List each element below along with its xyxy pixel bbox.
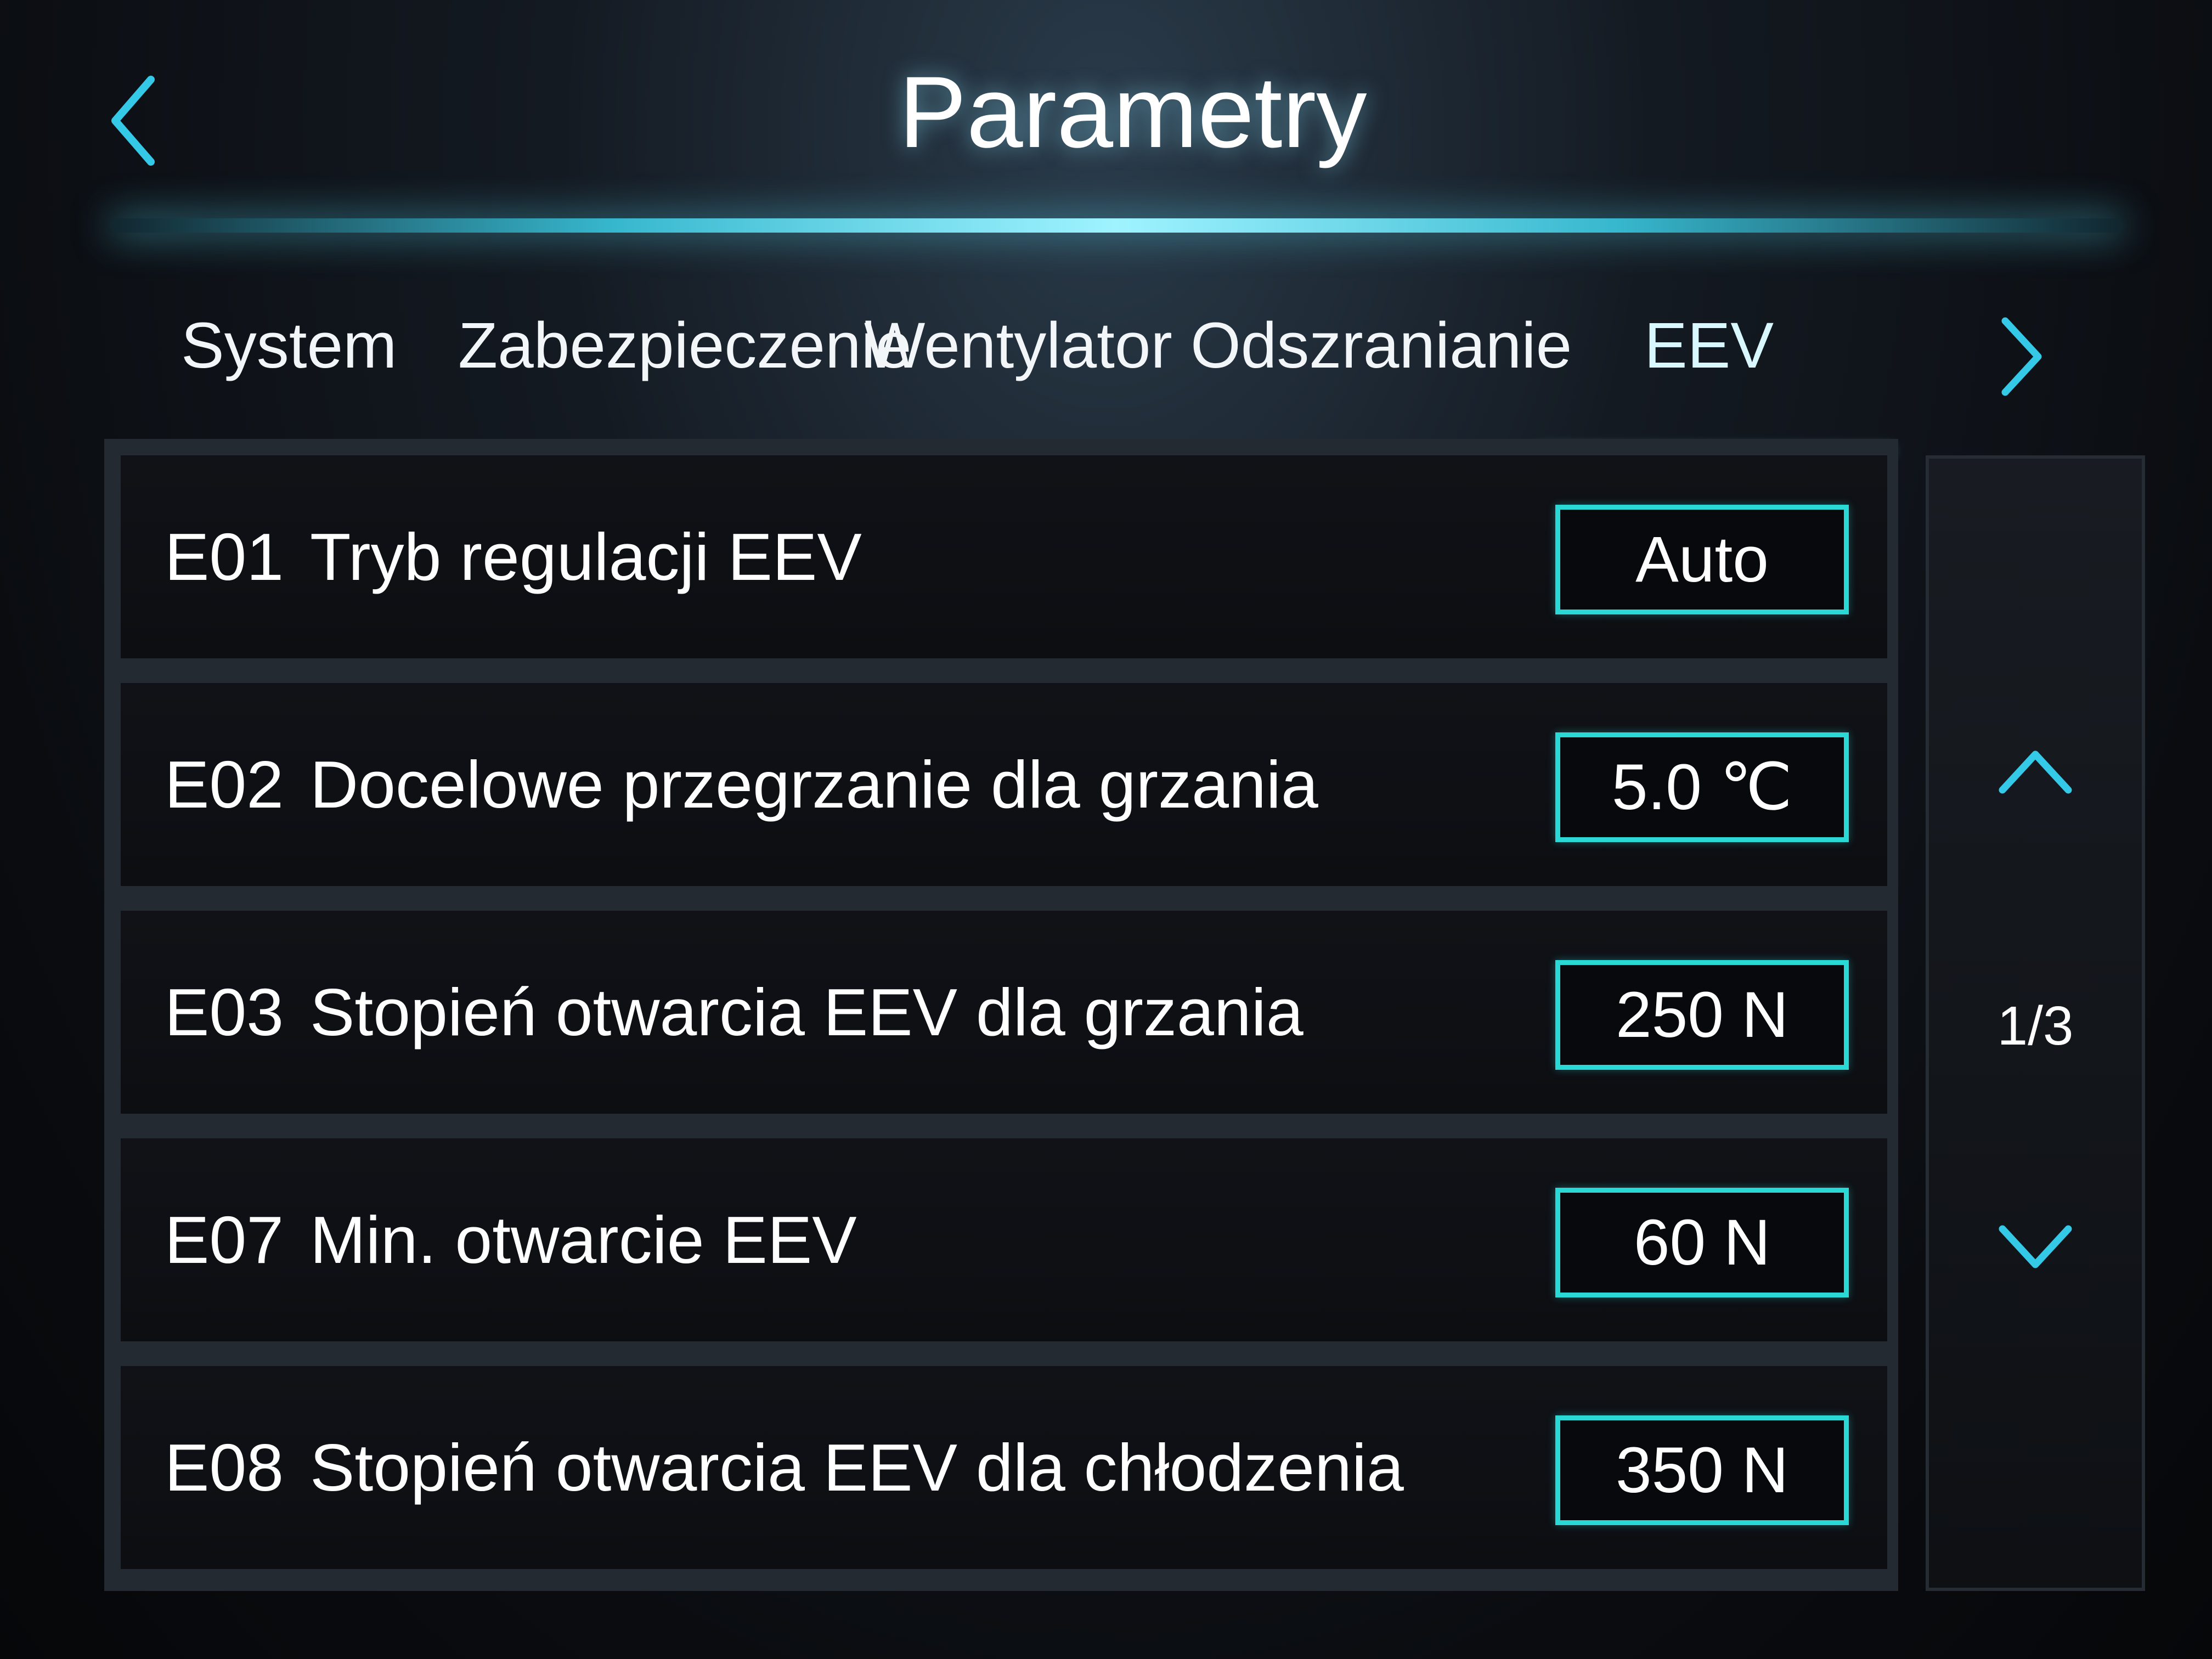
page-up-button[interactable] <box>1991 735 2079 806</box>
parameters-screen: Parametry System Zabezpieczenie Wentylat… <box>0 0 2212 1659</box>
tab-system[interactable]: System <box>181 296 397 395</box>
parameter-label: Tryb regulacji EEV <box>310 520 862 594</box>
page-indicator: 1/3 <box>1997 995 2074 1057</box>
parameter-code: E03 <box>165 975 284 1049</box>
parameter-value-field[interactable]: Auto <box>1555 505 1849 614</box>
chevron-down-icon <box>1999 1225 2072 1268</box>
parameter-code: E08 <box>165 1430 284 1505</box>
tab-eev[interactable]: EEV <box>1605 296 1813 395</box>
parameter-value-field[interactable]: 250 N <box>1555 960 1849 1070</box>
parameter-row-e02[interactable]: E02 Docelowe przegrzanie dla grzania 5.0… <box>121 683 1887 886</box>
parameter-row-e03[interactable]: E03 Stopień otwarcia EEV dla grzania 250… <box>121 911 1887 1114</box>
parameter-value-field[interactable]: 350 N <box>1555 1415 1849 1525</box>
parameter-row-e08[interactable]: E08 Stopień otwarcia EEV dla chłodzenia … <box>121 1366 1887 1569</box>
parameter-row-e07[interactable]: E07 Min. otwarcie EEV 60 N <box>121 1138 1887 1341</box>
parameter-code: E01 <box>165 520 284 594</box>
page-down-button[interactable] <box>1991 1212 2079 1284</box>
parameter-value-field[interactable]: 60 N <box>1555 1188 1849 1297</box>
parameter-code: E07 <box>165 1203 284 1277</box>
tabs-next-button[interactable] <box>1991 313 2052 400</box>
tab-wentylator[interactable]: Wentylator <box>864 296 1172 395</box>
back-button[interactable] <box>104 71 165 170</box>
tab-zabezpieczenie[interactable]: Zabezpieczenie <box>458 296 912 395</box>
parameter-code: E02 <box>165 747 284 822</box>
title-divider <box>110 218 2123 233</box>
parameter-label: Docelowe przegrzanie dla grzania <box>310 747 1318 822</box>
parameter-value-field[interactable]: 5.0 ℃ <box>1555 732 1849 842</box>
page-title: Parametry <box>899 56 1367 169</box>
parameter-label: Min. otwarcie EEV <box>310 1203 857 1277</box>
parameter-label: Stopień otwarcia EEV dla grzania <box>310 975 1304 1049</box>
parameter-row-e01[interactable]: E01 Tryb regulacji EEV Auto <box>121 455 1887 658</box>
chevron-up-icon <box>1999 751 2072 794</box>
parameter-label: Stopień otwarcia EEV dla chłodzenia <box>310 1430 1404 1505</box>
chevron-right-icon <box>2001 317 2042 396</box>
chevron-left-icon <box>111 76 155 166</box>
tab-odszranianie[interactable]: Odszranianie <box>1190 296 1572 395</box>
